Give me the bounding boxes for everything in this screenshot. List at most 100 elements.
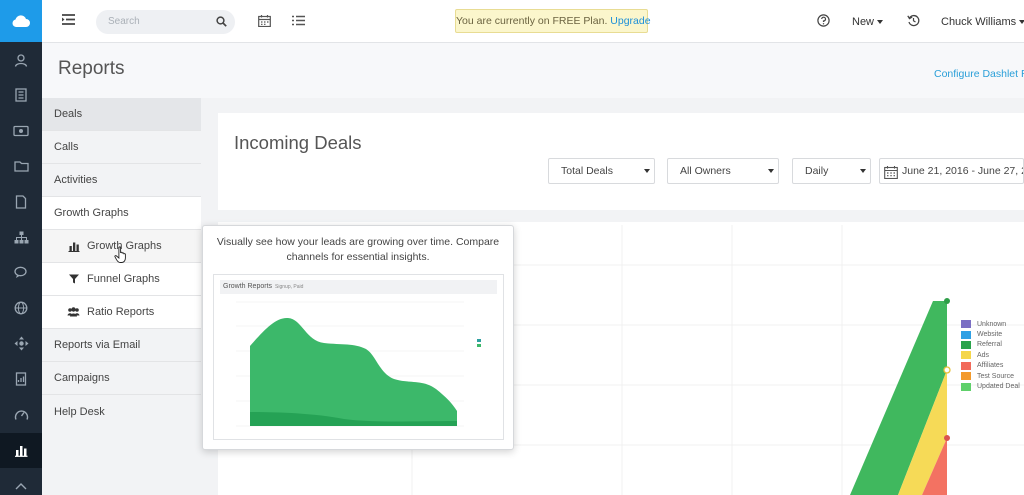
- date-range-picker[interactable]: June 21, 2016 - June 27, 2016: [879, 158, 1024, 184]
- legend-label: Test Source: [977, 372, 1014, 380]
- legend-swatch: [961, 330, 971, 339]
- legend-swatch: [961, 382, 971, 391]
- calendar-icon[interactable]: [258, 15, 271, 30]
- chevron-down-icon: [877, 20, 884, 25]
- hand-pointer-cursor-icon: [114, 246, 128, 267]
- cloud-logo-icon[interactable]: [0, 0, 42, 42]
- nav-item-help-desk[interactable]: Help Desk: [42, 395, 201, 428]
- legend-label: Referral: [977, 341, 1002, 349]
- nav-subitem-funnel-graphs[interactable]: Funnel Graphs: [42, 263, 201, 296]
- chevron-down-icon: [1019, 20, 1024, 25]
- interval-select-value: Daily: [805, 165, 829, 177]
- growth-graphs-tooltip: Visually see how your leads are growing …: [202, 225, 514, 450]
- preview-growth-chart: [236, 301, 481, 427]
- legend-item: Referral: [961, 340, 1020, 350]
- legend-label: Ads: [977, 351, 990, 359]
- legend-label: Website: [977, 331, 1003, 339]
- plan-banner-text: You are currently on FREE Plan.: [456, 15, 608, 27]
- metric-select-value: Total Deals: [561, 165, 613, 177]
- plan-banner: You are currently on FREE Plan. Upgrade: [455, 9, 651, 33]
- legend-item: Unknown: [961, 319, 1020, 329]
- metric-select[interactable]: Total Deals: [548, 158, 655, 184]
- nav-item-reports-via-email[interactable]: Reports via Email: [42, 329, 201, 362]
- legend-item: Website: [961, 329, 1020, 339]
- nav-item-campaigns[interactable]: Campaigns: [42, 362, 201, 395]
- page-title: Reports: [58, 58, 125, 79]
- nav-item-label: Deals: [54, 108, 83, 120]
- top-bar: Search You are currently on FREE Plan. U…: [42, 0, 1024, 43]
- history-icon[interactable]: [907, 14, 920, 30]
- help-icon[interactable]: [817, 14, 830, 30]
- folder-icon[interactable]: [0, 149, 42, 185]
- nav-item-label: Activities: [54, 174, 98, 186]
- nav-item-calls[interactable]: Calls: [42, 131, 201, 164]
- panel-divider: [218, 210, 1024, 222]
- accounts-icon[interactable]: [0, 78, 42, 114]
- nav-item-label: Ratio Reports: [87, 306, 155, 318]
- search-input[interactable]: Search: [96, 10, 235, 34]
- legend-item: Ads: [961, 350, 1020, 360]
- chat-icon[interactable]: [0, 255, 42, 291]
- nav-subitem-ratio-reports[interactable]: Ratio Reports: [42, 296, 201, 329]
- owner-select[interactable]: All Owners: [667, 158, 779, 184]
- tooltip-preview-card: Growth Reports Signup, Paid: [213, 274, 504, 440]
- users-group-icon: [67, 307, 80, 317]
- reports-nav: Deals Calls Activities Growth Graphs Gro…: [42, 98, 201, 495]
- configure-dashlet-link[interactable]: Configure Dashlet R: [934, 68, 1024, 80]
- deals-money-icon[interactable]: [0, 113, 42, 149]
- nav-group-growth-graphs[interactable]: Growth Graphs: [42, 197, 201, 230]
- move-arrows-icon[interactable]: [0, 326, 42, 362]
- nav-item-label: Campaigns: [54, 372, 110, 384]
- funnel-icon: [67, 274, 80, 284]
- owner-select-value: All Owners: [680, 165, 731, 177]
- data-point: [944, 298, 950, 304]
- legend-label: Updated Deal: [977, 383, 1020, 391]
- report-doc-icon[interactable]: [0, 362, 42, 398]
- upgrade-link[interactable]: Upgrade: [610, 15, 650, 27]
- reports-bar-chart-icon[interactable]: [0, 432, 42, 468]
- interval-select[interactable]: Daily: [792, 158, 871, 184]
- legend-item: Affiliates: [961, 361, 1020, 371]
- legend-swatch: [961, 320, 971, 329]
- nav-item-label: Calls: [54, 141, 79, 153]
- nav-item-deals[interactable]: Deals: [42, 98, 201, 131]
- nav-item-label: Help Desk: [54, 405, 105, 418]
- chevron-down-icon: [860, 169, 866, 173]
- search-icon[interactable]: [216, 16, 227, 30]
- legend-item: Test Source: [961, 371, 1020, 381]
- nav-item-label: Growth Graphs: [54, 207, 129, 219]
- signup-series-area: [250, 317, 457, 426]
- nav-item-activities[interactable]: Activities: [42, 164, 201, 197]
- contacts-icon[interactable]: [0, 42, 42, 78]
- chevron-down-icon: [768, 169, 774, 173]
- globe-icon[interactable]: [0, 291, 42, 327]
- preview-legend-swatch: [477, 344, 481, 347]
- nav-item-label: Funnel Graphs: [87, 273, 160, 285]
- data-point: [944, 435, 950, 441]
- nav-item-label: Reports via Email: [54, 339, 141, 351]
- search-placeholder: Search: [108, 16, 140, 27]
- preview-legend-swatch: [477, 339, 481, 342]
- legend-swatch: [961, 340, 971, 349]
- more-icon[interactable]: [0, 468, 42, 495]
- user-menu[interactable]: Chuck Williams: [941, 16, 1024, 28]
- legend-item: Updated Deal: [961, 381, 1020, 391]
- hierarchy-icon[interactable]: [0, 220, 42, 256]
- new-dropdown[interactable]: New: [852, 16, 884, 28]
- page-header: Reports Configure Dashlet R: [42, 43, 1024, 98]
- user-name: Chuck Williams: [941, 16, 1017, 28]
- legend-label: Affiliates: [977, 362, 1004, 370]
- menu-toggle-icon[interactable]: [62, 14, 75, 28]
- legend-label: Unknown: [977, 320, 1007, 328]
- date-range-value: June 21, 2016 - June 27, 2016: [902, 165, 1023, 177]
- document-icon[interactable]: [0, 184, 42, 220]
- chevron-down-icon: [644, 169, 650, 173]
- speedometer-icon[interactable]: [0, 397, 42, 433]
- data-point: [943, 366, 951, 374]
- new-dropdown-label: New: [852, 16, 875, 28]
- bar-chart-icon: [67, 241, 80, 252]
- calendar-icon: [884, 164, 898, 183]
- task-list-icon[interactable]: [292, 15, 305, 29]
- tooltip-description: Visually see how your leads are growing …: [216, 236, 500, 263]
- legend-swatch: [961, 351, 971, 360]
